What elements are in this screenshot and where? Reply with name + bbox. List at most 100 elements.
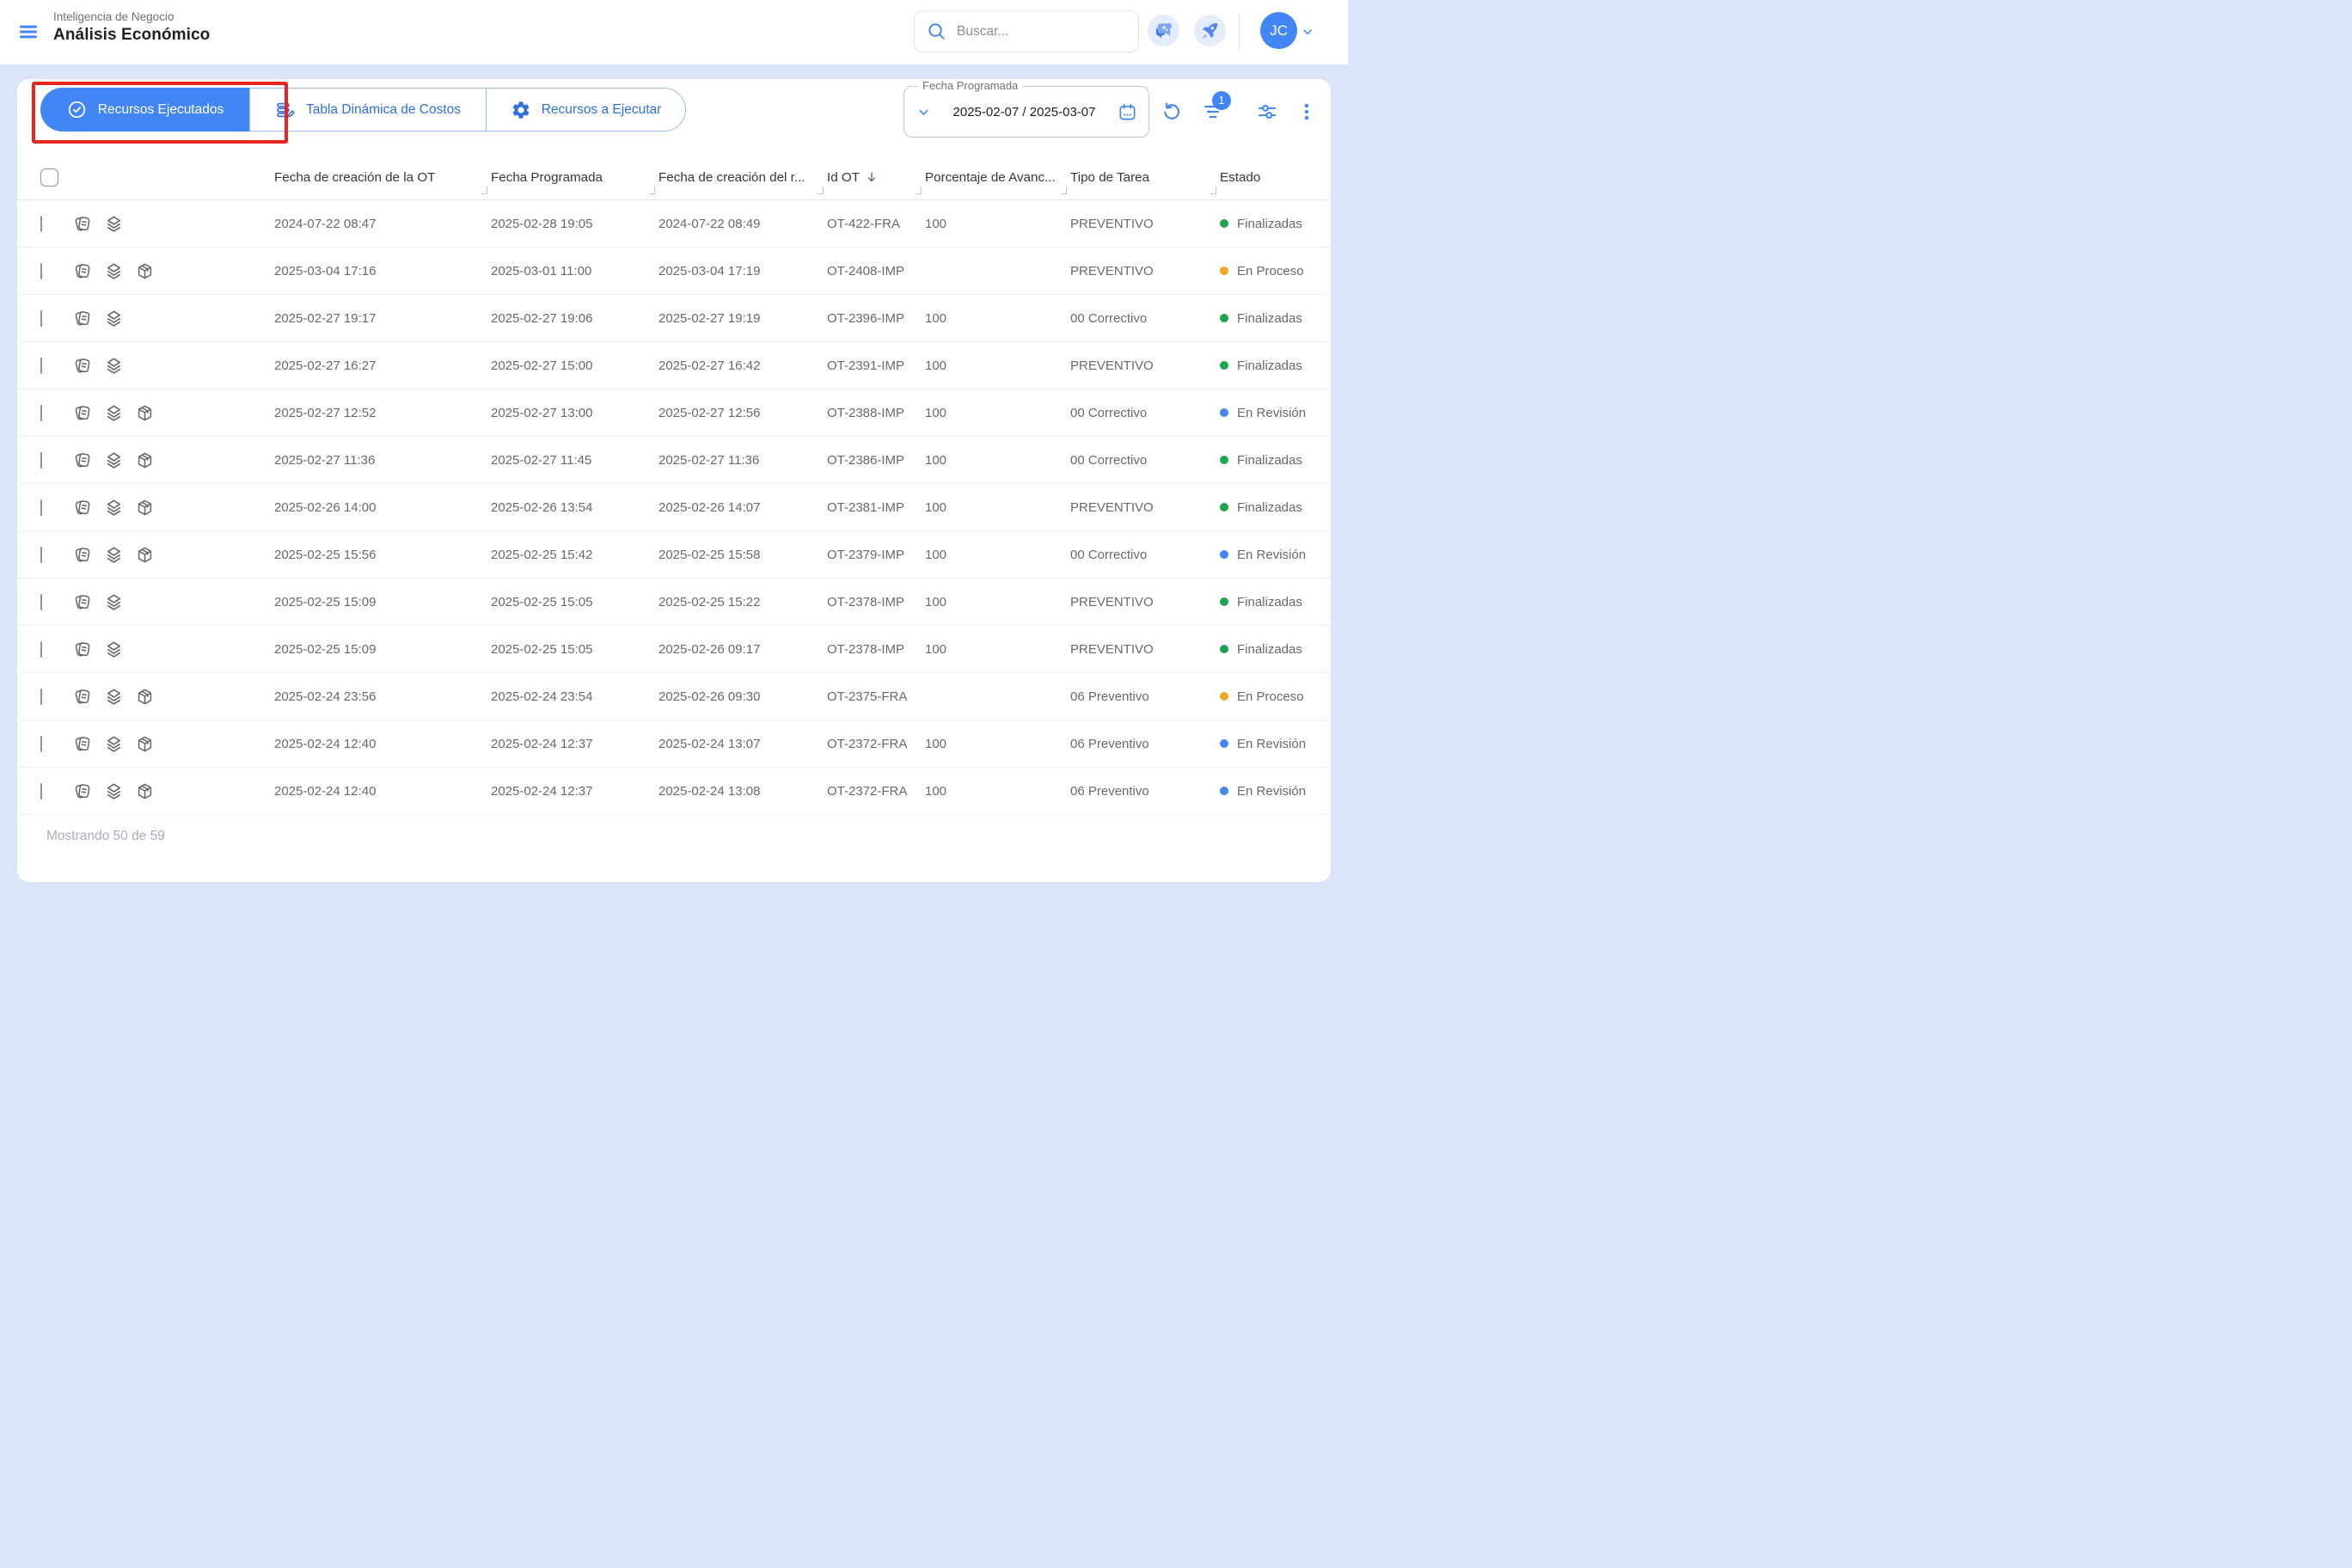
column-header[interactable]: Tipo de Tarea <box>1070 155 1220 199</box>
row-checkbox[interactable] <box>40 594 42 610</box>
layers-icon[interactable] <box>104 450 124 470</box>
select-all-checkbox[interactable] <box>40 168 58 187</box>
cell-tipo-tarea: 06 Preventivo <box>1070 737 1220 751</box>
column-resize-handle[interactable] <box>1061 187 1067 194</box>
avatar[interactable]: JC <box>1260 12 1297 49</box>
column-header[interactable]: Porcentaje de Avanc... <box>925 155 1070 199</box>
row-checkbox[interactable] <box>40 216 42 232</box>
table-row[interactable]: 2025-02-24 12:40 2025-02-24 12:37 2025-0… <box>17 768 1331 815</box>
row-checkbox[interactable] <box>40 452 42 469</box>
package-icon[interactable] <box>135 403 155 423</box>
layers-icon[interactable] <box>104 545 124 565</box>
column-header-label: Tipo de Tarea <box>1070 170 1149 185</box>
row-checkbox[interactable] <box>40 547 42 563</box>
table-row[interactable]: 2025-02-25 15:56 2025-02-25 15:42 2025-0… <box>17 531 1331 579</box>
cell-fecha-programada: 2025-03-01 11:00 <box>491 264 658 279</box>
chevron-down-icon[interactable] <box>1301 25 1314 39</box>
row-checkbox[interactable] <box>40 641 42 658</box>
document-icon[interactable] <box>73 592 93 612</box>
table-row[interactable]: 2025-02-27 11:36 2025-02-27 11:45 2025-0… <box>17 437 1331 484</box>
column-resize-handle[interactable] <box>649 187 655 194</box>
column-header[interactable]: Estado <box>1220 155 1331 199</box>
layers-icon[interactable] <box>104 498 124 518</box>
document-icon[interactable] <box>73 640 93 659</box>
table-row[interactable]: 2025-02-26 14:00 2025-02-26 13:54 2025-0… <box>17 484 1331 531</box>
table-row[interactable]: 2025-02-27 16:27 2025-02-27 15:00 2025-0… <box>17 342 1331 389</box>
document-icon[interactable] <box>73 781 93 801</box>
column-header[interactable]: Fecha de creación del r... <box>658 155 827 199</box>
document-icon[interactable] <box>73 687 93 707</box>
date-range-picker[interactable]: Fecha Programada 2025-02-07 / 2025-03-07 <box>903 86 1149 138</box>
cell-id-ot: OT-2391-IMP <box>827 358 925 373</box>
document-icon[interactable] <box>73 450 93 470</box>
row-checkbox[interactable] <box>40 310 42 327</box>
table-row[interactable]: 2025-02-27 12:52 2025-02-27 13:00 2025-0… <box>17 389 1331 437</box>
tab-tabla-dinamica-costos[interactable]: Tabla Dinámica de Costos <box>249 88 486 132</box>
document-icon[interactable] <box>73 403 93 423</box>
menu-icon[interactable] <box>17 21 40 42</box>
package-icon[interactable] <box>135 781 155 801</box>
column-header[interactable]: Id OT <box>827 155 925 199</box>
ai-assistant-button[interactable] <box>1148 15 1179 46</box>
document-icon[interactable] <box>73 498 93 518</box>
more-options-icon[interactable] <box>1295 101 1318 123</box>
table-row[interactable]: 2025-02-27 19:17 2025-02-27 19:06 2025-0… <box>17 295 1331 342</box>
row-checkbox[interactable] <box>40 499 42 516</box>
layers-icon[interactable] <box>104 261 124 281</box>
column-header[interactable]: Fecha de creación de la OT <box>274 155 491 199</box>
calendar-icon[interactable] <box>1118 102 1137 122</box>
layers-icon[interactable] <box>104 687 124 707</box>
chevron-down-icon[interactable] <box>916 105 931 119</box>
row-checkbox[interactable] <box>40 736 42 752</box>
status-dot <box>1220 503 1228 511</box>
document-icon[interactable] <box>73 545 93 565</box>
table-row[interactable]: 2024-07-22 08:47 2025-02-28 19:05 2024-0… <box>17 200 1331 248</box>
document-icon[interactable] <box>73 261 93 281</box>
column-resize-handle[interactable] <box>818 187 824 194</box>
tab-recursos-ejecutados[interactable]: Recursos Ejecutados <box>40 88 249 132</box>
layers-icon[interactable] <box>104 640 124 659</box>
refresh-icon[interactable] <box>1161 101 1183 123</box>
status-dot <box>1220 550 1228 559</box>
cell-tipo-tarea: PREVENTIVO <box>1070 595 1220 609</box>
layers-icon[interactable] <box>104 356 124 376</box>
document-icon[interactable] <box>73 214 93 234</box>
search-input[interactable]: Buscar... <box>914 10 1139 52</box>
quick-start-button[interactable] <box>1194 15 1226 46</box>
layers-icon[interactable] <box>104 781 124 801</box>
package-icon[interactable] <box>135 261 155 281</box>
column-resize-handle[interactable] <box>916 187 922 194</box>
table-row[interactable]: 2025-02-24 12:40 2025-02-24 12:37 2025-0… <box>17 720 1331 768</box>
package-icon[interactable] <box>135 450 155 470</box>
header-select-cell <box>17 155 69 199</box>
package-icon[interactable] <box>135 687 155 707</box>
row-checkbox[interactable] <box>40 689 42 705</box>
table-row[interactable]: 2025-02-25 15:09 2025-02-25 15:05 2025-0… <box>17 579 1331 626</box>
document-icon[interactable] <box>73 356 93 376</box>
document-icon[interactable] <box>73 309 93 328</box>
sort-desc-icon[interactable] <box>865 170 879 184</box>
row-checkbox[interactable] <box>40 358 42 374</box>
layers-icon[interactable] <box>104 214 124 234</box>
column-resize-handle[interactable] <box>481 187 487 194</box>
table-row[interactable]: 2025-02-25 15:09 2025-02-25 15:05 2025-0… <box>17 626 1331 673</box>
table-row[interactable]: 2025-02-24 23:56 2025-02-24 23:54 2025-0… <box>17 673 1331 720</box>
row-checkbox[interactable] <box>40 783 42 799</box>
layers-icon[interactable] <box>104 309 124 328</box>
table-row[interactable]: 2025-03-04 17:16 2025-03-01 11:00 2025-0… <box>17 248 1331 295</box>
column-header[interactable]: Fecha Programada <box>491 155 658 199</box>
row-select-cell <box>17 453 69 468</box>
column-resize-handle[interactable] <box>1210 187 1216 194</box>
row-checkbox[interactable] <box>40 405 42 421</box>
cell-id-ot: OT-2375-FRA <box>827 689 925 704</box>
package-icon[interactable] <box>135 545 155 565</box>
row-checkbox[interactable] <box>40 263 42 279</box>
column-settings-icon[interactable] <box>1256 101 1278 123</box>
layers-icon[interactable] <box>104 403 124 423</box>
package-icon[interactable] <box>135 498 155 518</box>
layers-icon[interactable] <box>104 734 124 754</box>
tab-recursos-a-ejecutar[interactable]: Recursos a Ejecutar <box>486 88 686 132</box>
layers-icon[interactable] <box>104 592 124 612</box>
document-icon[interactable] <box>73 734 93 754</box>
package-icon[interactable] <box>135 734 155 754</box>
